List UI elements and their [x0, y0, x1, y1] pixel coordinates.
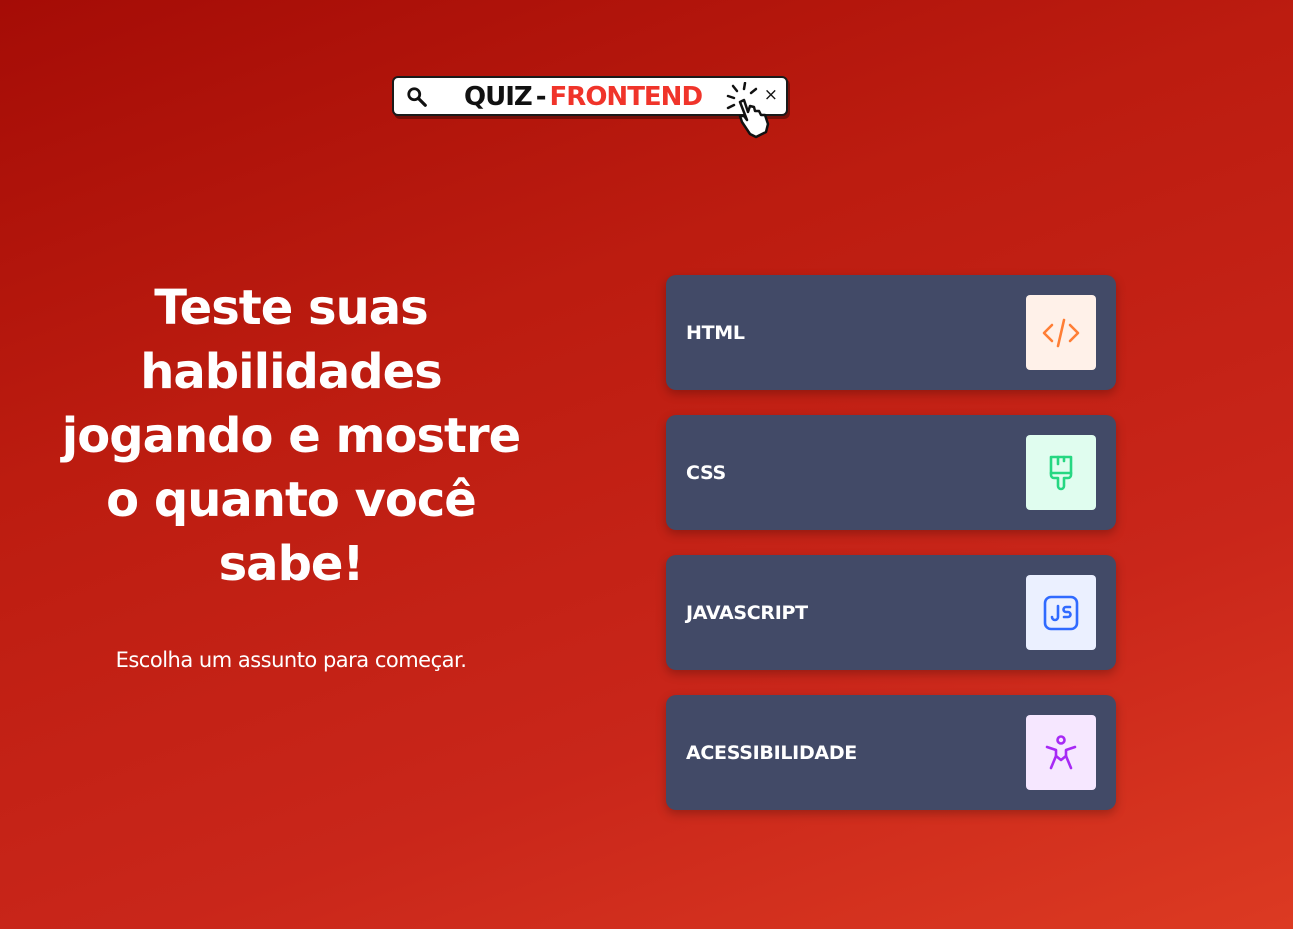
subject-button-html[interactable]: HTML	[666, 275, 1116, 390]
javascript-icon-box	[1026, 575, 1096, 650]
subject-label: JAVASCRIPT	[686, 602, 808, 624]
js-icon	[1043, 595, 1079, 630]
subject-button-acessibilidade[interactable]: ACESSIBILIDADE	[666, 695, 1116, 810]
subject-label: ACESSIBILIDADE	[686, 742, 857, 764]
logo-separator: -	[535, 82, 547, 112]
subject-label: CSS	[686, 462, 726, 484]
logo-word-frontend: FRONTEND	[549, 82, 703, 112]
quiz-frontend-logo: QUIZ - FRONTEND ×	[392, 76, 788, 139]
accessibility-icon	[1045, 734, 1077, 769]
subject-button-javascript[interactable]: JAVASCRIPT	[666, 555, 1116, 670]
subject-label: HTML	[686, 322, 745, 344]
page-headline: Teste suas habilidades jogando e mostre …	[61, 280, 521, 592]
css-icon-box	[1026, 435, 1096, 510]
paintbrush-icon	[1049, 455, 1073, 490]
search-icon	[407, 87, 427, 107]
acessibilidade-icon-box	[1026, 715, 1096, 790]
subject-button-css[interactable]: CSS	[666, 415, 1116, 530]
html-icon-box	[1026, 295, 1096, 370]
page-subtitle: Escolha um assunto para começar.	[115, 648, 467, 672]
close-icon: ×	[763, 85, 778, 105]
subject-list: HTML CSS JAVASCRIPT ACESSIBILIDADE	[666, 275, 1116, 835]
logo-word-quiz: QUIZ	[464, 82, 533, 112]
code-icon	[1042, 318, 1080, 347]
logo-text: QUIZ - FRONTEND	[464, 80, 703, 114]
